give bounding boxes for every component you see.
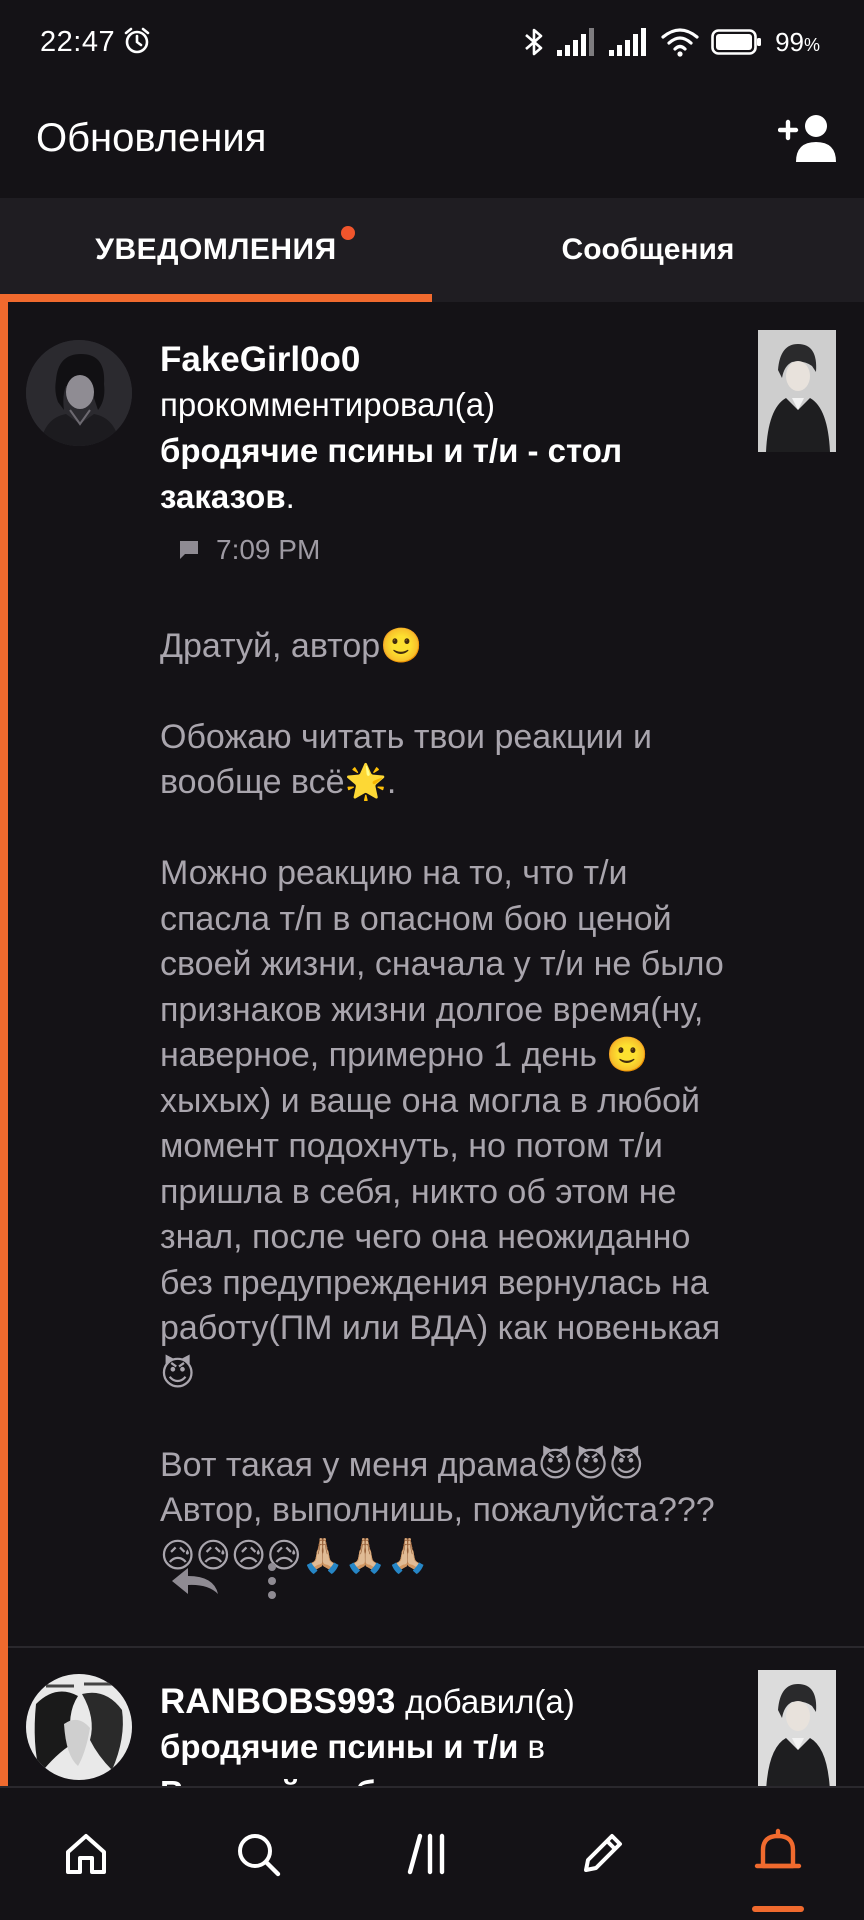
- nav-library[interactable]: [344, 1788, 516, 1920]
- nav-write[interactable]: [516, 1788, 688, 1920]
- bell-icon: [754, 1828, 802, 1869]
- signal-icon: [557, 28, 595, 56]
- battery-percent: 99%: [775, 26, 820, 57]
- bluetooth-icon: [525, 28, 543, 56]
- comment-meta: 7:09 PM: [178, 534, 750, 566]
- comment-line: Вот такая у меня драма😈😈😈Автор, выполниш…: [160, 1445, 715, 1575]
- avatar[interactable]: [26, 340, 132, 446]
- search-icon: [238, 1834, 281, 1877]
- story-title-line[interactable]: бродячие псины и т/и - стол заказов.: [160, 428, 750, 520]
- unread-dot: [341, 226, 355, 240]
- reply-icon[interactable]: [168, 1564, 222, 1598]
- pencil-icon: [584, 1834, 622, 1872]
- tab-bar: УВЕДОМЛЕНИЯ Сообщения: [0, 198, 864, 302]
- story-title[interactable]: бродячие псины и т/и: [160, 1728, 518, 1765]
- avatar-image: [26, 1674, 132, 1780]
- library-icon: [407, 1833, 445, 1875]
- tab-messages[interactable]: Сообщения: [432, 198, 864, 302]
- bottom-navigation: [0, 1786, 864, 1920]
- comment-line: Можно реакцию на то, что т/и спасла т/п …: [160, 854, 724, 1393]
- active-tab-indicator: [0, 294, 432, 302]
- avatar-image: [26, 340, 132, 446]
- notification-item[interactable]: FakeGirl0o0 прокомментировал(а) бродячие…: [8, 302, 864, 1642]
- nav-active-indicator: [752, 1906, 804, 1912]
- battery-icon: [711, 29, 762, 55]
- status-bar: 22:47 99%: [0, 0, 864, 88]
- username[interactable]: FakeGirl0o0: [160, 338, 750, 382]
- story-cover-image: [758, 1670, 836, 1786]
- notification-headline: RANBOBS993 добавил(а): [160, 1680, 750, 1724]
- unread-indicator: [0, 302, 8, 1786]
- page-title: Обновления: [36, 116, 267, 160]
- comment-actions: [168, 1562, 278, 1600]
- username[interactable]: RANBOBS993: [160, 1682, 395, 1721]
- avatar[interactable]: [26, 1674, 132, 1780]
- story-title-cut: Великий из бродячих псов: [160, 1770, 750, 1786]
- notification-item[interactable]: RANBOBS993 добавил(а) бродячие псины и т…: [8, 1648, 864, 1786]
- notification-feed[interactable]: FakeGirl0o0 прокомментировал(а) бродячие…: [0, 302, 864, 1786]
- story-title-tail: в: [527, 1728, 546, 1765]
- timestamp: 7:09 PM: [216, 534, 321, 565]
- signal-icon: [609, 28, 647, 56]
- add-user-icon[interactable]: [778, 112, 838, 164]
- tab-notifications-label: УВЕДОМЛЕНИЯ: [95, 233, 337, 266]
- nav-search[interactable]: [172, 1788, 344, 1920]
- wifi-icon: [661, 28, 699, 57]
- status-icons: 99%: [523, 24, 820, 60]
- app-bar: Обновления: [0, 88, 864, 198]
- story-title[interactable]: бродячие псины и т/и - стол заказов: [160, 432, 622, 515]
- nav-home[interactable]: [0, 1788, 172, 1920]
- comment-icon: [180, 541, 198, 559]
- home-icon: [66, 1834, 106, 1874]
- comment-line: Обожаю читать твои реакции и вообще всё🌟…: [160, 717, 652, 802]
- action-text: прокомментировал(а): [160, 386, 496, 423]
- status-time: 22:47: [40, 26, 116, 58]
- more-options-icon[interactable]: [266, 1562, 278, 1600]
- story-title-line[interactable]: бродячие псины и т/и в: [160, 1724, 750, 1770]
- battery-value: 99: [775, 26, 804, 57]
- story-title-suffix: .: [285, 478, 295, 515]
- story-cover-thumbnail[interactable]: [758, 330, 836, 452]
- comment-text: Дратуй, автор🙂 Обожаю читать твои реакци…: [160, 578, 740, 1625]
- tab-messages-label: Сообщения: [561, 233, 735, 266]
- comment-line: Дратуй, автор🙂: [160, 626, 423, 665]
- tab-notifications[interactable]: УВЕДОМЛЕНИЯ: [0, 198, 432, 302]
- nav-notifications[interactable]: [692, 1788, 864, 1920]
- action-text: добавил(а): [405, 1683, 575, 1720]
- alarm-icon: [124, 27, 150, 54]
- story-cover-thumbnail[interactable]: [758, 1670, 836, 1786]
- story-cover-image: [758, 330, 836, 452]
